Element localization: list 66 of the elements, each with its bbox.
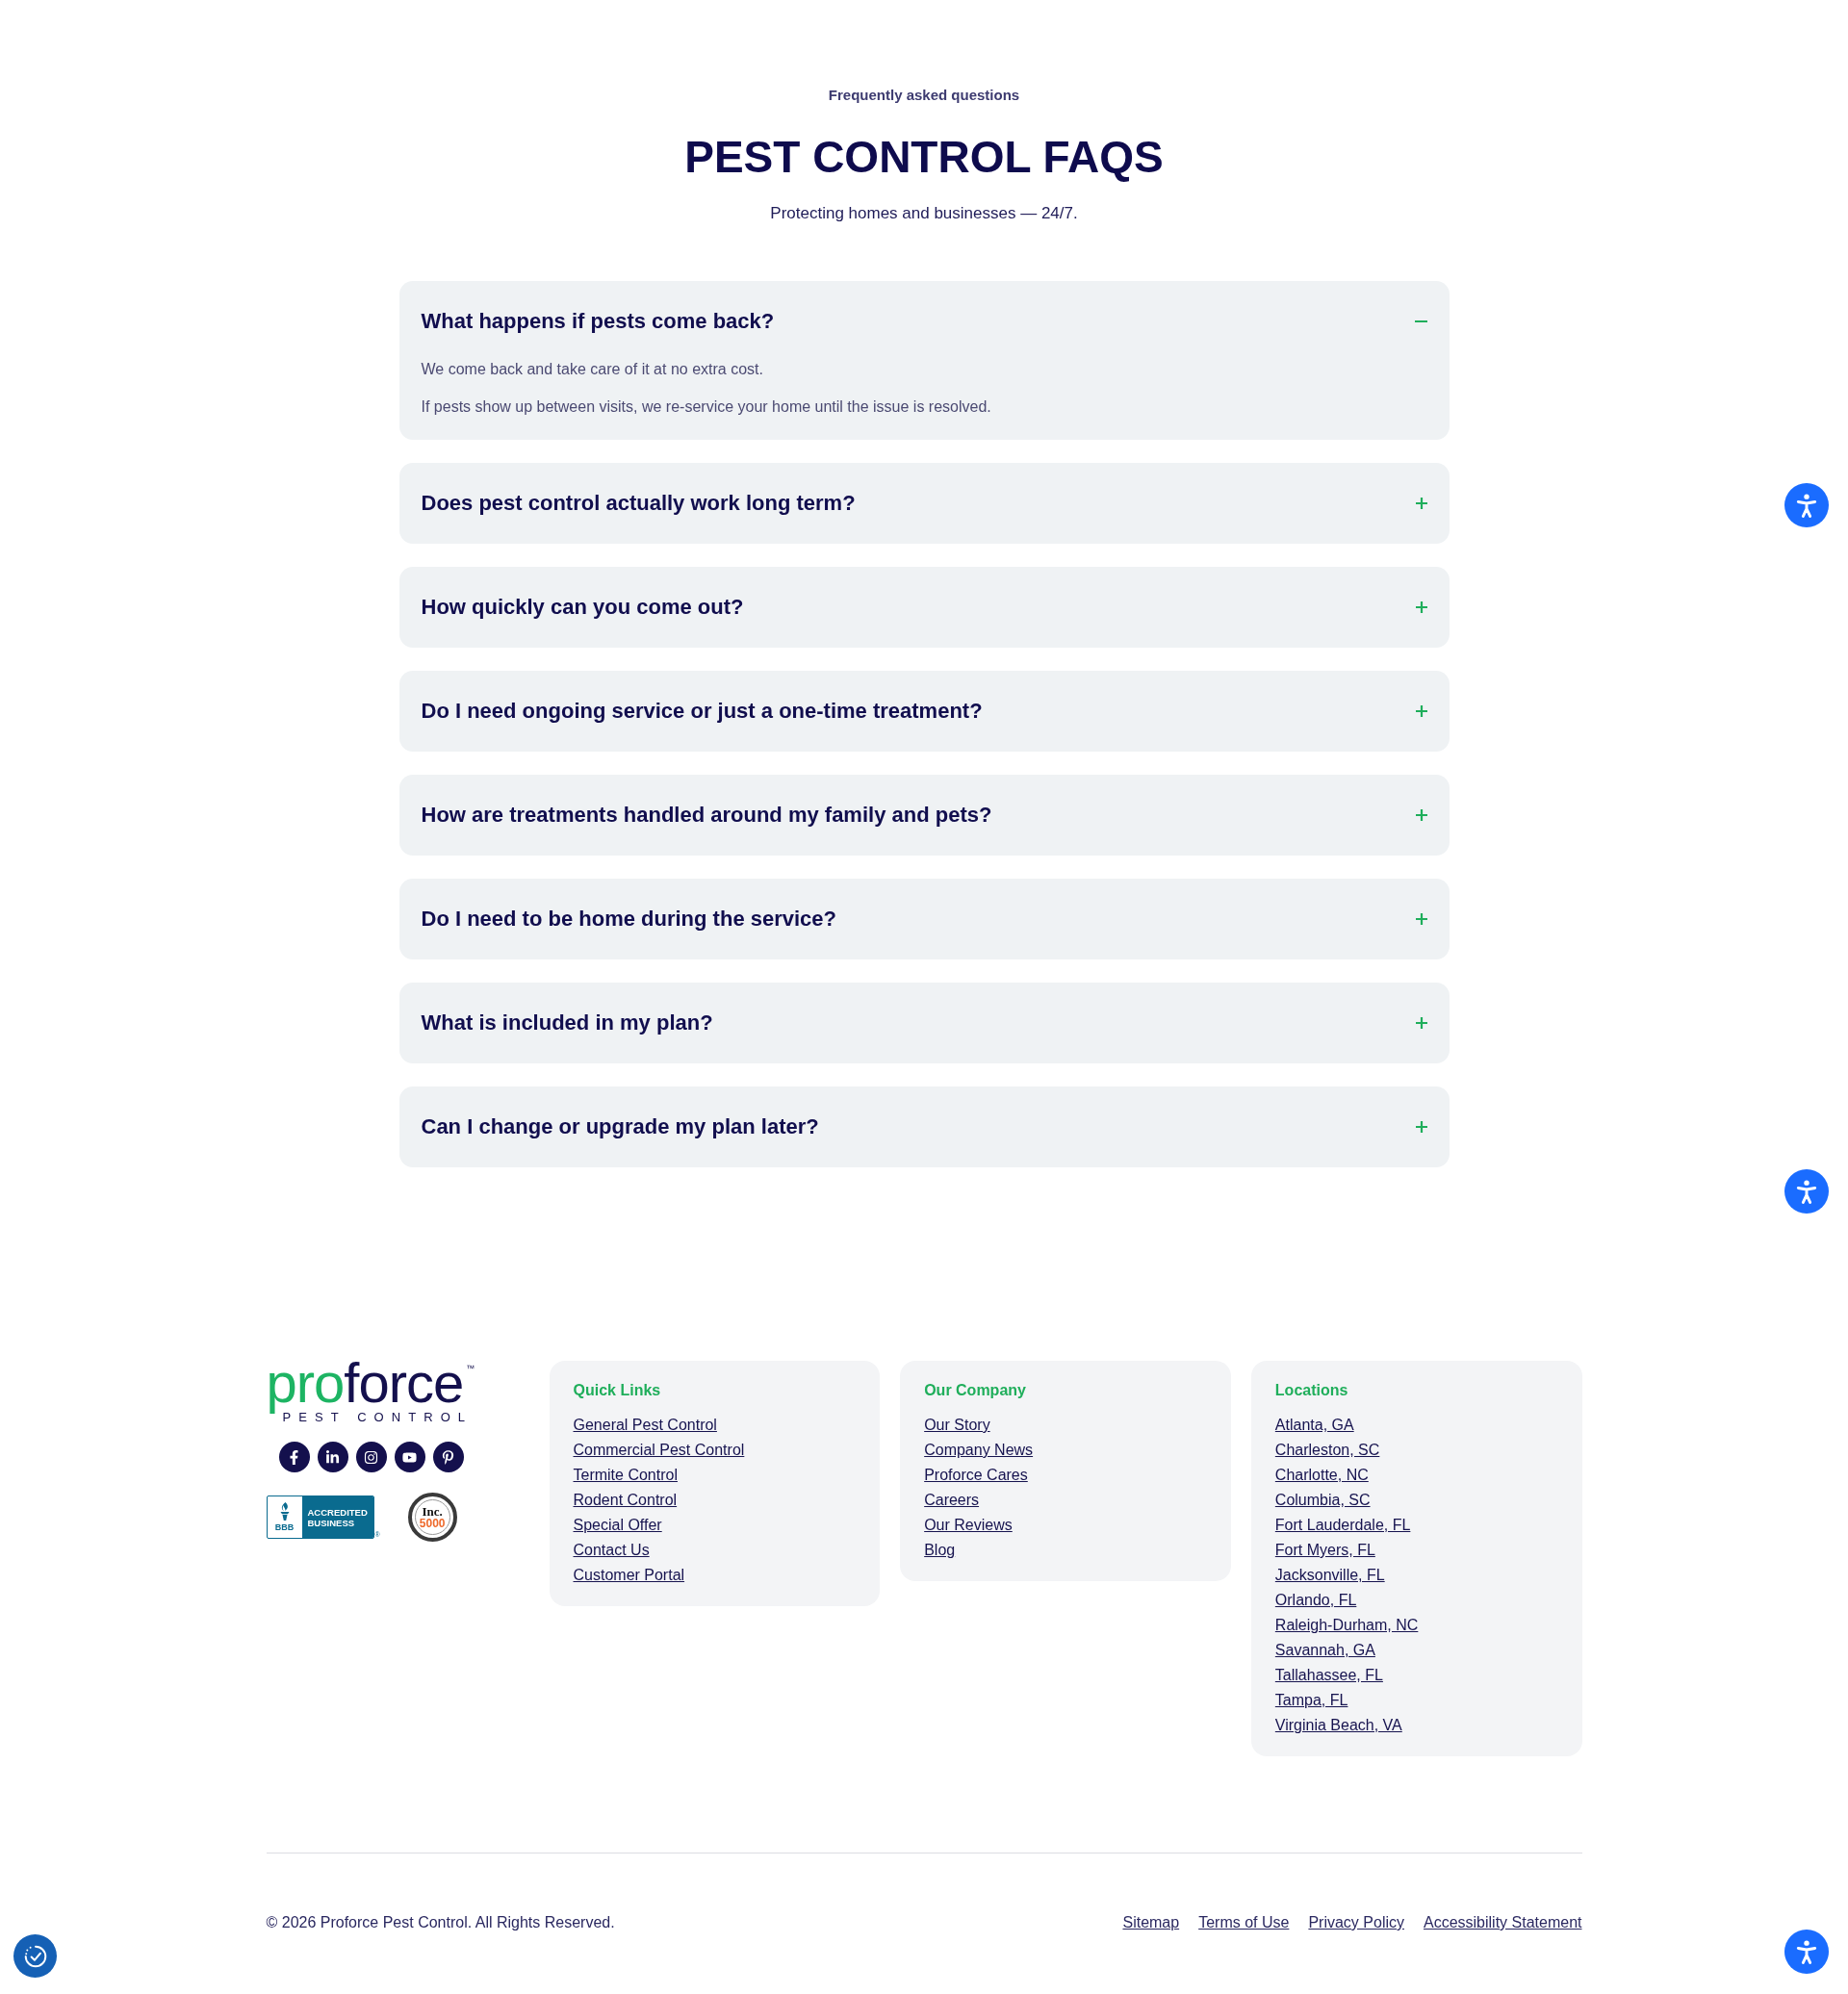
footer-link[interactable]: Columbia, SC — [1274, 1488, 1371, 1513]
footer-link[interactable]: Charlotte, NC — [1274, 1463, 1369, 1488]
badge-mark-text: BBB — [274, 1522, 295, 1532]
footer-link[interactable]: Our Story — [924, 1413, 990, 1438]
check-circle-icon — [22, 1943, 48, 1969]
footer-link[interactable]: Virginia Beach, VA — [1274, 1713, 1402, 1738]
legal-link[interactable]: Terms of Use — [1198, 1911, 1290, 1934]
youtube-icon[interactable] — [394, 1442, 425, 1472]
instagram-icon[interactable] — [355, 1442, 387, 1472]
footer-link[interactable]: Proforce Cares — [924, 1463, 1028, 1488]
footer-link[interactable]: Fort Myers, FL — [1274, 1538, 1375, 1563]
footer-link[interactable]: Special Offer — [573, 1513, 662, 1538]
seal-number: 5000 — [419, 1517, 446, 1529]
faq-question[interactable]: What happens if pests come back? — [421, 304, 1427, 339]
page-subtitle: Protecting homes and businesses — 24/7. — [770, 203, 1078, 224]
footer-link[interactable]: Blog — [924, 1538, 956, 1563]
faq-answer-text: We come back and take care of it at no extra cost. — [421, 360, 764, 379]
footer-link[interactable]: Careers — [924, 1488, 980, 1513]
pinterest-icon[interactable] — [432, 1442, 464, 1472]
column-heading: Our Company — [924, 1381, 1026, 1400]
accessibility-icon — [1796, 493, 1817, 518]
footer-link[interactable]: Orlando, FL — [1274, 1588, 1357, 1613]
logo-tagline: PEST CONTROL — [282, 1411, 474, 1424]
footer-link[interactable]: Our Reviews — [924, 1513, 1013, 1538]
footer-link[interactable]: Raleigh-Durham, NC — [1274, 1613, 1419, 1638]
accessibility-icon — [1796, 1939, 1817, 1964]
footer-link[interactable]: Tampa, FL — [1274, 1688, 1348, 1713]
faq-question[interactable]: Can I change or upgrade my plan later? — [421, 1110, 1427, 1144]
torch-icon — [279, 1502, 290, 1521]
column-heading: Locations — [1274, 1381, 1348, 1400]
footer-link[interactable]: Customer Portal — [573, 1563, 685, 1588]
footer-link[interactable]: General Pest Control — [573, 1413, 717, 1438]
footer-link[interactable]: Fort Lauderdale, FL — [1274, 1513, 1411, 1538]
linkedin-icon[interactable] — [317, 1442, 348, 1472]
legal-link[interactable]: Accessibility Statement — [1424, 1911, 1582, 1934]
accessibility-button[interactable] — [1784, 1169, 1829, 1214]
faq-answer-text: If pests show up between visits, we re-service your home until the issue is resolved. — [421, 397, 992, 417]
footer-link[interactable]: Atlanta, GA — [1274, 1413, 1354, 1438]
accessibility-button[interactable] — [1784, 483, 1829, 527]
facebook-icon[interactable] — [278, 1442, 310, 1472]
faq-question[interactable]: Do I need ongoing service or just a one-time treatment? — [421, 694, 1427, 729]
footer-link[interactable]: Jacksonville, FL — [1274, 1563, 1385, 1588]
footer-link[interactable]: Savannah, GA — [1274, 1638, 1375, 1663]
section-eyebrow: Frequently asked questions — [828, 86, 1020, 105]
footer-link[interactable]: Contact Us — [573, 1538, 650, 1563]
column-heading: Quick Links — [573, 1381, 661, 1400]
accessibility-icon — [1796, 1179, 1817, 1204]
consent-button[interactable] — [13, 1934, 57, 1978]
seal-name: Inc. — [422, 1505, 443, 1518]
faq-question[interactable]: Do I need to be home during the service? — [421, 902, 1427, 936]
footer-link[interactable]: Rodent Control — [573, 1488, 678, 1513]
faq-question[interactable]: How are treatments handled around my family and pets? — [421, 798, 1427, 832]
faq-question[interactable]: Does pest control actually work long term? — [421, 486, 1427, 521]
badge-label: ACCREDITED BUSINESS — [307, 1506, 368, 1528]
legal-link[interactable]: Sitemap — [1122, 1911, 1180, 1934]
accessibility-button[interactable] — [1784, 1930, 1829, 1974]
footer-link[interactable]: Charleston, SC — [1274, 1438, 1380, 1463]
faq-question[interactable]: What is included in my plan? — [421, 1006, 1427, 1040]
page-title: PEST CONTROL FAQS — [684, 131, 1164, 184]
faq-question[interactable]: How quickly can you come out? — [421, 590, 1427, 625]
footer-link[interactable]: Tallahassee, FL — [1274, 1663, 1383, 1688]
footer-link[interactable]: Company News — [924, 1438, 1034, 1463]
legal-link[interactable]: Privacy Policy — [1308, 1911, 1404, 1934]
footer-link[interactable]: Commercial Pest Control — [573, 1438, 745, 1463]
footer-link[interactable]: Termite Control — [573, 1463, 678, 1488]
copyright-text: © 2026 Proforce Pest Control. All Rights Reserved. — [266, 1913, 615, 1932]
